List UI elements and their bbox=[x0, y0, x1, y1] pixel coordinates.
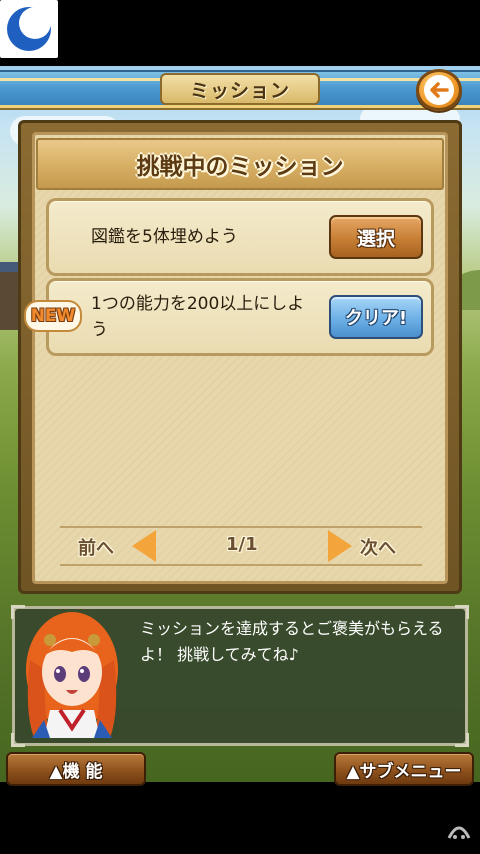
mission-text: 1つの能力を200以上にしよう bbox=[91, 294, 305, 340]
watermark-icon bbox=[446, 822, 472, 844]
panel-title-bar: 挑戦中のミッション bbox=[36, 138, 444, 190]
character-portrait bbox=[20, 610, 124, 738]
panel-title: 挑戦中のミッション bbox=[136, 154, 344, 180]
page-title: ミッション bbox=[189, 79, 290, 102]
chevron-left-icon bbox=[132, 530, 156, 562]
mission-row: 1つの能力を200以上にしよう クリア! bbox=[46, 278, 434, 356]
prev-page-label[interactable]: 前へ bbox=[78, 534, 114, 560]
header-plate: ミッション bbox=[160, 73, 320, 105]
new-badge-label: NEW bbox=[30, 306, 76, 326]
pager: 前へ 1/1 次へ bbox=[60, 526, 422, 566]
new-badge: NEW bbox=[24, 300, 82, 332]
select-button-label: 選択 bbox=[356, 227, 395, 250]
chevron-right-icon bbox=[328, 530, 352, 562]
select-button[interactable]: 選択 bbox=[329, 215, 423, 259]
status-bar bbox=[0, 0, 480, 66]
page-indicator: 1/1 bbox=[226, 534, 258, 555]
next-page-button[interactable] bbox=[322, 528, 356, 564]
dialog-text: ミッションを達成するとご褒美がもらえるよ！ 挑戦してみてね♪ bbox=[140, 619, 444, 664]
back-arrow-icon bbox=[424, 75, 454, 105]
clear-button-label: クリア! bbox=[344, 308, 408, 329]
back-button[interactable] bbox=[416, 69, 462, 111]
mission-row: 図鑑を5体埋めよう 選択 bbox=[46, 198, 434, 276]
next-page-label[interactable]: 次へ bbox=[360, 534, 396, 560]
function-button[interactable]: ▲機 能 bbox=[6, 752, 146, 786]
clear-button[interactable]: クリア! bbox=[329, 295, 423, 339]
bottom-black-bar bbox=[0, 790, 480, 854]
mission-text: 図鑑を5体埋めよう bbox=[91, 227, 238, 247]
function-button-label: ▲機 能 bbox=[49, 761, 103, 782]
moon-icon bbox=[0, 0, 58, 58]
prev-page-button[interactable] bbox=[128, 528, 160, 564]
sub-menu-button[interactable]: ▲サブメニュー bbox=[334, 752, 474, 786]
sub-menu-button-label: ▲サブメニュー bbox=[346, 761, 462, 782]
